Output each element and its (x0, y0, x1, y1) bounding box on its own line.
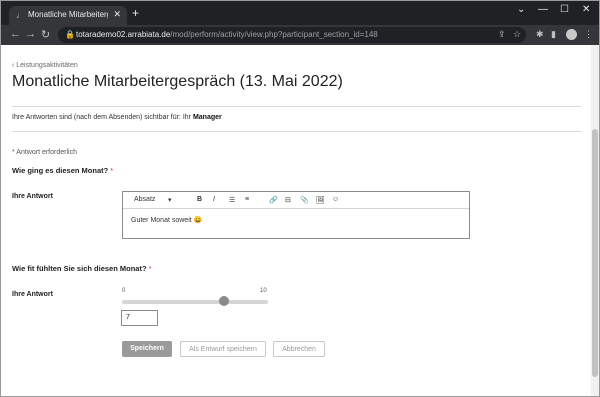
image-icon[interactable]: 🖼 (316, 196, 325, 204)
save-button[interactable]: Speichern (122, 341, 172, 357)
favicon-icon: ♩ (16, 10, 25, 20)
format-select[interactable]: Absatz (134, 196, 155, 203)
share-icon[interactable]: ⇪ (498, 29, 506, 40)
page-title: Monatliche Mitarbeitergespräch (13. Mai … (12, 73, 343, 90)
link-icon[interactable]: 🔗 (269, 196, 278, 204)
maximize-icon[interactable]: ☐ (560, 4, 569, 15)
editor-toolbar: Absatz ▾ B I ☰ ≡ 🔗 ⊟ 📎 🖼 ☺ (123, 192, 469, 209)
save-draft-button[interactable]: Als Entwurf speichern (180, 341, 266, 357)
scrollbar-thumb[interactable] (592, 129, 598, 377)
close-window-icon[interactable]: ✕ (582, 4, 590, 15)
back-icon[interactable]: ← (10, 28, 21, 40)
slider-max-label: 10 (260, 288, 267, 294)
tab-close-icon[interactable]: ✕ (113, 9, 121, 20)
answer-2-label: Ihre Antwort (12, 291, 53, 298)
address-bar[interactable]: 🔒 totarademo02.arrabiata.de/mod/perform/… (58, 27, 526, 43)
breadcrumb-back-link[interactable]: ‹ Leistungsaktivitäten (12, 62, 78, 69)
page-scrollbar[interactable] (591, 45, 599, 396)
slider-min-label: 0 (122, 288, 126, 294)
minimize-icon[interactable]: — (538, 4, 548, 15)
profile-avatar[interactable] (566, 29, 577, 40)
question-2-label: Wie fit fühlten Sie sich diesen Monat? * (12, 264, 152, 273)
new-tab-button[interactable]: + (132, 6, 139, 20)
format-caret-icon[interactable]: ▾ (168, 196, 172, 204)
browser-toolbar: ← → ↻ 🔒 totarademo02.arrabiata.de/mod/pe… (1, 25, 599, 45)
number-input[interactable]: 7 (121, 310, 158, 326)
slider-thumb[interactable] (219, 296, 230, 306)
browser-window: ♩ Monatliche Mitarbeitergespräch ✕ + ⌄ —… (0, 0, 600, 397)
tab-search-icon[interactable]: ⌄ (517, 4, 525, 15)
bold-button[interactable]: B (197, 196, 202, 203)
bookmark-star-icon[interactable]: ☆ (513, 29, 521, 40)
tab-title: Monatliche Mitarbeitergespräch (28, 10, 108, 19)
browser-tab[interactable]: ♩ Monatliche Mitarbeitergespräch ✕ (9, 6, 127, 25)
lock-icon: 🔒 (65, 30, 75, 39)
sidebar-icon[interactable]: ▮ (551, 29, 556, 40)
visibility-note: Ihre Antworten sind (nach dem Absenden) … (12, 114, 222, 121)
divider (12, 106, 581, 107)
divider (12, 131, 581, 132)
menu-icon[interactable]: ⋮ (584, 29, 593, 40)
editor-content[interactable]: Guter Monat soweit 😀 (131, 216, 202, 224)
question-1-label: Wie ging es diesen Monat? * (12, 166, 114, 175)
reload-icon[interactable]: ↻ (41, 28, 50, 41)
extensions-icon[interactable]: ✱ (536, 29, 544, 40)
url-text: totarademo02.arrabiata.de/mod/perform/ac… (76, 30, 378, 39)
rich-text-editor[interactable]: Absatz ▾ B I ☰ ≡ 🔗 ⊟ 📎 🖼 ☺ Guter Monat s… (122, 191, 470, 239)
answer-1-label: Ihre Antwort (12, 193, 53, 200)
cancel-button[interactable]: Abbrechen (273, 341, 325, 357)
table-icon[interactable]: ⊟ (285, 196, 291, 204)
attachment-icon[interactable]: 📎 (300, 196, 309, 204)
tab-bar: ♩ Monatliche Mitarbeitergespräch ✕ + ⌄ —… (1, 1, 599, 25)
emoji-icon[interactable]: ☺ (332, 196, 339, 203)
numbered-list-icon[interactable]: ≡ (245, 196, 249, 203)
slider-track[interactable] (122, 300, 268, 304)
required-note: * Antwort erforderlich (12, 149, 77, 156)
page-content: ‹ Leistungsaktivitäten Monatliche Mitarb… (1, 45, 591, 396)
forward-icon[interactable]: → (25, 28, 36, 40)
italic-button[interactable]: I (213, 196, 215, 203)
bullet-list-icon[interactable]: ☰ (229, 196, 235, 204)
